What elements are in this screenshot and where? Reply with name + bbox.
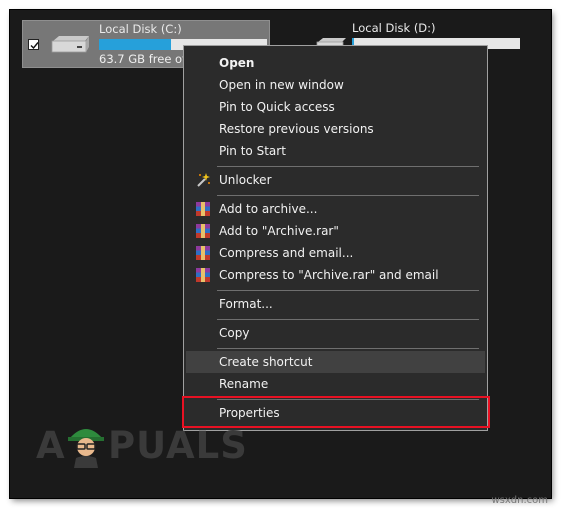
menu-item-label: Restore previous versions bbox=[219, 122, 374, 136]
menu-item-label: Pin to Start bbox=[219, 144, 286, 158]
menu-item-pin-quick-access[interactable]: Pin to Quick access bbox=[186, 96, 485, 118]
menu-item-restore-previous-versions[interactable]: Restore previous versions bbox=[186, 118, 485, 140]
menu-separator bbox=[217, 166, 479, 167]
drive-c-checkbox[interactable] bbox=[28, 39, 39, 50]
menu-separator bbox=[217, 348, 479, 349]
drive-c-name: Local Disk (C:) bbox=[99, 22, 182, 36]
menu-item-label: Create shortcut bbox=[219, 355, 313, 369]
menu-item-label: Open in new window bbox=[219, 78, 344, 92]
menu-item-label: Format... bbox=[219, 297, 273, 311]
menu-item-add-to-archive[interactable]: Add to archive... bbox=[186, 198, 485, 220]
menu-item-open[interactable]: Open bbox=[186, 52, 485, 74]
menu-item-create-shortcut[interactable]: Create shortcut bbox=[186, 351, 485, 373]
menu-item-label: Open bbox=[219, 56, 255, 70]
menu-item-open-new-window[interactable]: Open in new window bbox=[186, 74, 485, 96]
menu-item-label: Rename bbox=[219, 377, 269, 391]
menu-item-label: Compress and email... bbox=[219, 246, 354, 260]
menu-item-unlocker[interactable]: Unlocker bbox=[186, 169, 485, 191]
logo-text-right: PUALS bbox=[108, 424, 248, 467]
menu-item-label: Add to archive... bbox=[219, 202, 318, 216]
winrar-icon bbox=[196, 224, 210, 238]
logo-text-left: A bbox=[36, 424, 66, 467]
context-menu: Open Open in new window Pin to Quick acc… bbox=[183, 45, 488, 431]
menu-separator bbox=[217, 319, 479, 320]
menu-item-format[interactable]: Format... bbox=[186, 293, 485, 315]
menu-item-copy[interactable]: Copy bbox=[186, 322, 485, 344]
magic-wand-icon bbox=[197, 173, 210, 187]
menu-item-rename[interactable]: Rename bbox=[186, 373, 485, 395]
winrar-icon bbox=[196, 268, 210, 282]
explorer-window: Local Disk (C:) 63.7 GB free of 1 Local … bbox=[10, 10, 551, 498]
menu-separator bbox=[217, 290, 479, 291]
menu-item-compress-and-email[interactable]: Compress and email... bbox=[186, 242, 485, 264]
menu-item-label: Compress to "Archive.rar" and email bbox=[219, 268, 439, 282]
menu-separator bbox=[217, 195, 479, 196]
winrar-icon bbox=[196, 202, 210, 216]
appuals-logo: A PUALS bbox=[36, 422, 247, 468]
drive-c-capacity-fill bbox=[99, 39, 172, 50]
winrar-icon bbox=[196, 246, 210, 260]
hard-drive-icon bbox=[51, 36, 89, 53]
watermark-text: wsxdn.com bbox=[491, 495, 548, 506]
menu-item-compress-to-rar-and-email[interactable]: Compress to "Archive.rar" and email bbox=[186, 264, 485, 286]
menu-item-label: Pin to Quick access bbox=[219, 100, 335, 114]
checkmark-icon bbox=[30, 42, 39, 50]
menu-item-add-to-archive-rar[interactable]: Add to "Archive.rar" bbox=[186, 220, 485, 242]
menu-item-pin-to-start[interactable]: Pin to Start bbox=[186, 140, 485, 162]
drive-d-name: Local Disk (D:) bbox=[352, 21, 436, 35]
mascot-icon bbox=[68, 429, 104, 468]
menu-item-label: Add to "Archive.rar" bbox=[219, 224, 339, 238]
menu-item-label: Unlocker bbox=[219, 173, 272, 187]
menu-item-label: Copy bbox=[219, 326, 250, 340]
